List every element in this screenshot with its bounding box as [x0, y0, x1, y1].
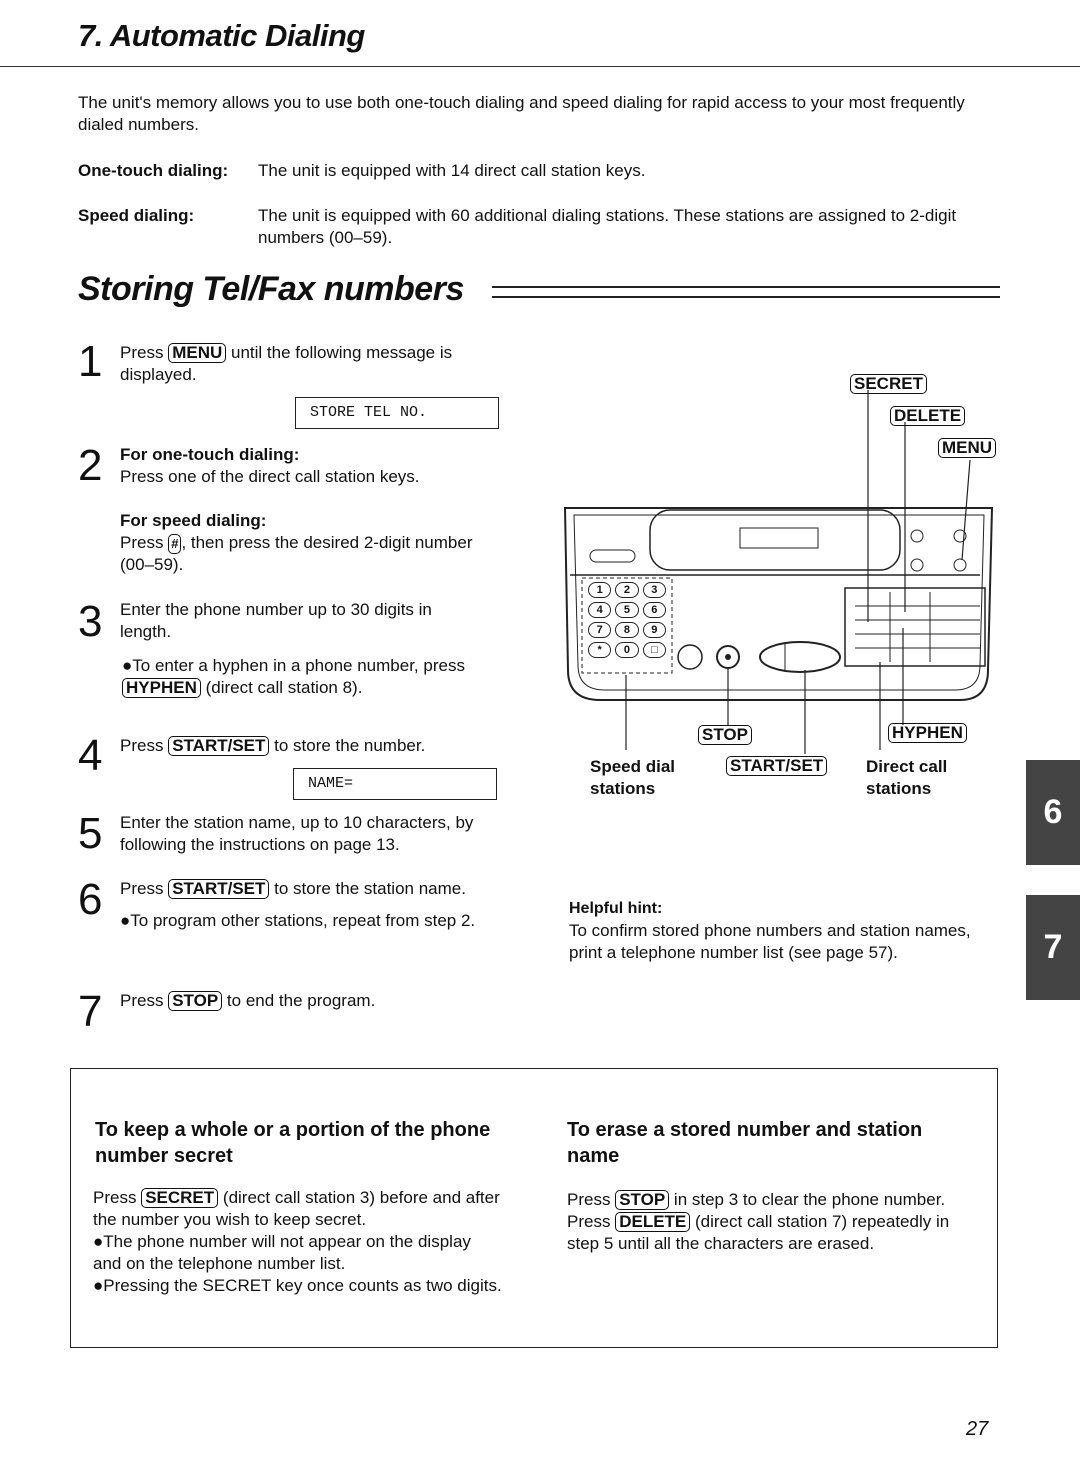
dial-key: □ — [642, 642, 666, 658]
dial-key: 1 — [588, 582, 612, 598]
step-number: 5 — [78, 809, 103, 858]
tips-box: To keep a whole or a portion of the phon… — [70, 1068, 998, 1348]
dial-key: 9 — [642, 622, 666, 638]
dial-key: 2 — [615, 582, 639, 598]
section-title: Storing Tel/Fax numbers — [78, 270, 464, 308]
dial-key: 8 — [615, 622, 639, 638]
stop-key: STOP — [168, 991, 223, 1011]
step-number: 4 — [78, 731, 103, 780]
step-6-text: Press START/SET to store the station nam… — [120, 879, 476, 930]
def-text: The unit is equipped with 60 additional … — [258, 206, 957, 247]
erase-tip-text: Press STOP in step 3 to clear the phone … — [567, 1190, 950, 1253]
direct-call-label: Direct call stations — [866, 757, 948, 798]
title-rule — [0, 66, 1080, 67]
stop-key-label: STOP — [698, 725, 752, 745]
delete-key-label: DELETE — [890, 406, 966, 426]
dial-key: 0 — [615, 642, 639, 658]
chapter-tab-7[interactable]: 7 — [1026, 895, 1080, 1000]
step-4-text: Press START/SET to store the number. — [120, 736, 426, 756]
manual-page: 7. Automatic Dialing The unit's memory a… — [0, 0, 1080, 1466]
page-number: 27 — [966, 1418, 989, 1440]
dial-key: 5 — [615, 602, 639, 618]
secret-key: SECRET — [141, 1188, 219, 1208]
def-term: One-touch dialing: — [78, 161, 229, 180]
lcd-display: NAME= — [293, 768, 497, 800]
step-7-text: Press STOP to end the program. — [120, 991, 376, 1011]
hyphen-key: HYPHEN — [122, 678, 201, 698]
hint-title: Helpful hint: — [569, 900, 663, 917]
hyphen-key-label: HYPHEN — [888, 723, 967, 743]
step-2-text: For one-touch dialing: Press one of the … — [120, 445, 473, 574]
delete-key: DELETE — [615, 1212, 691, 1232]
dial-key: 3 — [642, 582, 666, 598]
start-set-key-label: START/SET — [726, 756, 828, 776]
step-number: 1 — [78, 337, 103, 386]
dial-key: 4 — [588, 602, 612, 618]
step-number: 3 — [78, 597, 103, 646]
lcd-display: STORE TEL NO. — [295, 397, 499, 429]
intro-text: The unit's memory allows you to use both… — [78, 93, 965, 134]
menu-key-label: MENU — [938, 438, 997, 458]
step-number: 2 — [78, 441, 103, 490]
secret-tip-title: To keep a whole or a portion of the phon… — [95, 1119, 491, 1167]
chapter-tab-6[interactable]: 6 — [1026, 760, 1080, 865]
menu-key: MENU — [168, 343, 227, 363]
erase-tip-title: To erase a stored number and station nam… — [567, 1119, 923, 1167]
dial-key: 6 — [642, 602, 666, 618]
step-number: 7 — [78, 987, 103, 1036]
secret-key-label: SECRET — [850, 374, 927, 394]
start-set-key: START/SET — [168, 879, 270, 899]
dial-keypad: 1 2 3 4 5 6 7 8 9 * 0 □ — [586, 582, 668, 658]
def-term: Speed dialing: — [78, 206, 195, 225]
fax-panel-diagram: 1 2 3 4 5 6 7 8 9 * 0 □ SECRET DELETE MENU STOP STA… — [560, 360, 1000, 800]
hash-key: # — [168, 534, 182, 554]
dial-key: * — [588, 642, 612, 658]
step-5-text: Enter the station name, up to 10 charact… — [120, 813, 474, 854]
section-rule — [492, 286, 1000, 298]
step-1-text: Press MENU until the following message i… — [120, 343, 453, 384]
step-number: 6 — [78, 875, 103, 924]
chapter-title: 7. Automatic Dialing — [78, 18, 365, 53]
start-set-key: START/SET — [168, 736, 270, 756]
secret-tip-text: Press SECRET (direct call station 3) bef… — [93, 1188, 502, 1295]
dial-key: 7 — [588, 622, 612, 638]
hint-text: To confirm stored phone numbers and stat… — [569, 921, 971, 962]
step-3-text: Enter the phone number up to 30 digits i… — [120, 600, 465, 698]
stop-key: STOP — [615, 1190, 670, 1210]
speed-dial-label: Speed dial stations — [590, 757, 676, 798]
def-text: The unit is equipped with 14 direct call… — [258, 161, 646, 180]
